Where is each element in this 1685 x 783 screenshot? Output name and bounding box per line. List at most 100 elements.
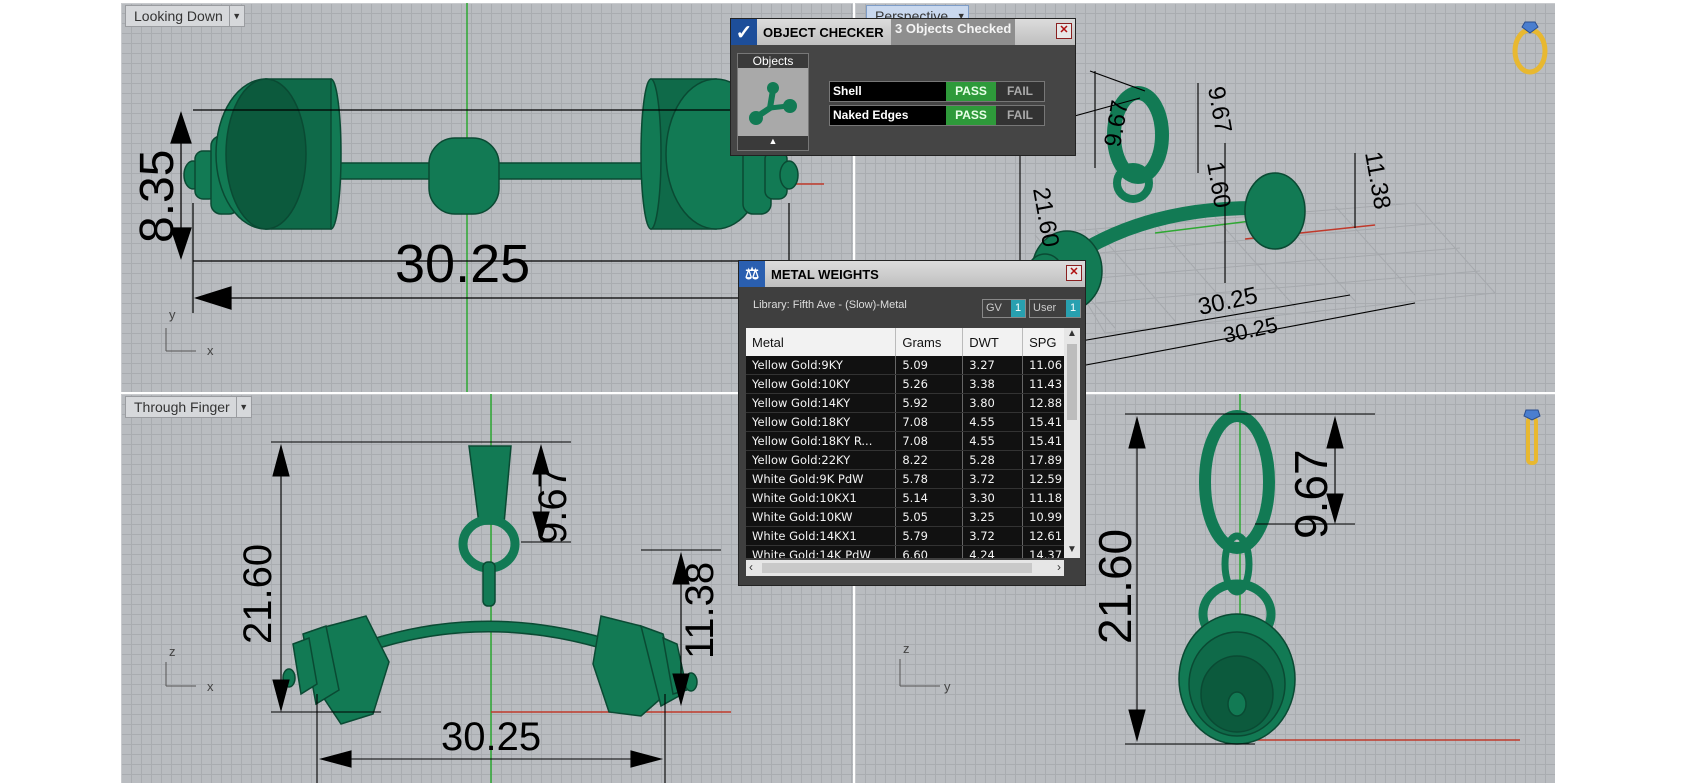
cell-grams: 7.08 <box>895 412 964 432</box>
cell-spg: 14.37 <box>1022 545 1064 558</box>
close-icon[interactable]: ✕ <box>1056 23 1072 39</box>
gv-toggle[interactable]: GV 1 <box>982 299 1026 318</box>
scroll-up-icon[interactable]: ▲ <box>1064 328 1080 342</box>
user-toggle-value: 1 <box>1066 300 1080 317</box>
col-header-metal[interactable]: Metal <box>746 328 897 356</box>
objects-label: Objects <box>752 54 794 68</box>
object-checker-panel: ✓ OBJECT CHECKER 3 Objects Checked ✕ Obj… <box>730 18 1076 156</box>
axis-y-label: y <box>944 679 951 694</box>
axis-x-label: x <box>207 343 214 358</box>
table-row[interactable]: Yellow Gold:9KY 5.09 3.27 11.06 <box>746 356 1064 375</box>
scroll-down-icon[interactable]: ▼ <box>1064 544 1080 558</box>
cell-dwt: 3.38 <box>962 374 1024 394</box>
object-checker-title: OBJECT CHECKER <box>763 24 884 40</box>
close-icon[interactable]: ✕ <box>1066 265 1082 281</box>
cell-dwt: 4.55 <box>962 412 1024 432</box>
cell-grams: 5.05 <box>895 507 964 527</box>
metal-weights-title: METAL WEIGHTS <box>771 266 879 282</box>
cell-metal: White Gold:10KX1 <box>746 488 897 508</box>
cell-grams: 6.60 <box>895 545 964 558</box>
cell-spg: 12.88 <box>1022 393 1064 413</box>
fail-indicator: FAIL <box>996 82 1044 101</box>
cell-metal: Yellow Gold:9KY <box>746 356 897 375</box>
dim-persp-6: 30.25 <box>1196 282 1260 321</box>
cell-metal: Yellow Gold:10KY <box>746 374 897 394</box>
axis-z-label: z <box>169 644 176 659</box>
dim-persp-5: 21.60 <box>1027 185 1064 249</box>
viewport-label-looking-down[interactable]: Looking Down ▼ <box>125 5 245 27</box>
table-row[interactable]: Yellow Gold:18KY R... 7.08 4.55 15.41 <box>746 431 1064 451</box>
cell-grams: 5.79 <box>895 526 964 546</box>
table-row[interactable]: White Gold:14KX1 5.79 3.72 12.61 <box>746 526 1064 546</box>
table-row[interactable]: Yellow Gold:22KY 8.22 5.28 17.89 <box>746 450 1064 470</box>
check-row-shell: Shell PASS FAIL <box>829 81 1045 102</box>
cell-spg: 11.43 <box>1022 374 1064 394</box>
axis-z-label: z <box>903 641 910 656</box>
vertical-scrollbar[interactable]: ▲ ▼ <box>1064 328 1080 558</box>
col-header-grams[interactable]: Grams <box>895 328 964 356</box>
cell-metal: Yellow Gold:22KY <box>746 450 897 470</box>
expand-icon[interactable]: ▲ <box>738 136 808 146</box>
dim-height-top: 8.35 <box>131 150 184 243</box>
cell-spg: 12.61 <box>1022 526 1064 546</box>
dim-persp-2: 9.67 <box>1202 84 1237 135</box>
chevron-down-icon[interactable]: ▼ <box>228 6 244 26</box>
dim-bail-right: 9.67 <box>1285 449 1337 539</box>
col-header-spg[interactable]: SPG <box>1022 328 1064 356</box>
cell-dwt: 3.30 <box>962 488 1024 508</box>
metal-table: Metal Grams DWT SPG Yellow Gold:9KY 5.09 3… <box>746 328 1064 558</box>
cell-dwt: 3.72 <box>962 526 1024 546</box>
cell-grams: 7.08 <box>895 431 964 451</box>
check-name: Naked Edges <box>833 108 909 122</box>
cell-dwt: 5.28 <box>962 450 1024 470</box>
pass-indicator: PASS <box>946 106 996 125</box>
cell-metal: White Gold:10KW <box>746 507 897 527</box>
chevron-down-icon[interactable]: ▼ <box>235 397 251 417</box>
barbell-top-model <box>183 78 799 230</box>
col-header-dwt[interactable]: DWT <box>962 328 1024 356</box>
cell-dwt: 3.27 <box>962 356 1024 375</box>
dim-width-front: 30.25 <box>441 715 541 759</box>
cell-dwt: 4.24 <box>962 545 1024 558</box>
gv-toggle-value: 1 <box>1011 300 1025 317</box>
objects-thumbnail-icon <box>738 68 808 136</box>
viewport-label-through-finger[interactable]: Through Finger ▼ <box>125 396 252 418</box>
cell-metal: White Gold:14KX1 <box>746 526 897 546</box>
dim-bail-front: 9.67 <box>531 466 575 544</box>
metal-weights-titlebar[interactable]: ⚖ METAL WEIGHTS ✕ <box>739 261 1085 287</box>
cell-metal: Yellow Gold:18KY R... <box>746 431 897 451</box>
cell-dwt: 3.72 <box>962 469 1024 489</box>
metal-table-container[interactable]: Metal Grams DWT SPG Yellow Gold:9KY 5.09 3… <box>746 328 1064 558</box>
objects-box[interactable]: Objects ▲ <box>737 53 809 151</box>
scroll-left-icon[interactable]: ‹ <box>749 560 753 574</box>
scroll-right-icon[interactable]: › <box>1057 560 1061 574</box>
object-checker-titlebar[interactable]: ✓ OBJECT CHECKER 3 Objects Checked ✕ <box>731 19 1075 45</box>
viewport-title: Through Finger <box>134 399 230 415</box>
table-row[interactable]: White Gold:10KX1 5.14 3.30 11.18 <box>746 488 1064 508</box>
table-row[interactable]: Yellow Gold:10KY 5.26 3.38 11.43 <box>746 374 1064 394</box>
cell-spg: 11.18 <box>1022 488 1064 508</box>
cell-dwt: 3.80 <box>962 393 1024 413</box>
table-row[interactable]: White Gold:14K PdW 6.60 4.24 14.37 <box>746 545 1064 558</box>
horizontal-scrollbar[interactable]: ‹ › <box>746 560 1064 576</box>
table-row[interactable]: Yellow Gold:18KY 7.08 4.55 15.41 <box>746 412 1064 432</box>
scale-icon: ⚖ <box>739 261 765 287</box>
scroll-thumb[interactable] <box>1067 344 1077 420</box>
user-toggle[interactable]: User 1 <box>1029 299 1081 318</box>
cell-grams: 8.22 <box>895 450 964 470</box>
dim-height-right: 21.60 <box>1089 529 1141 644</box>
cell-metal: White Gold:9K PdW <box>746 469 897 489</box>
cell-dwt: 3.25 <box>962 507 1024 527</box>
cell-spg: 10.99 <box>1022 507 1064 527</box>
barbell-right-model <box>1178 410 1296 745</box>
axis-y-label: y <box>169 307 176 322</box>
library-bar: Library: Fifth Ave - (Slow)-Metal GV 1 U… <box>739 287 1085 327</box>
fail-indicator: FAIL <box>996 106 1044 125</box>
table-row[interactable]: White Gold:9K PdW 5.78 3.72 12.59 <box>746 469 1064 489</box>
user-label: User <box>1033 302 1057 314</box>
cell-spg: 15.41 <box>1022 431 1064 451</box>
scroll-thumb-h[interactable] <box>762 563 1032 573</box>
axis-x-label: x <box>207 679 214 694</box>
table-row[interactable]: Yellow Gold:14KY 5.92 3.80 12.88 <box>746 393 1064 413</box>
table-row[interactable]: White Gold:10KW 5.05 3.25 10.99 <box>746 507 1064 527</box>
